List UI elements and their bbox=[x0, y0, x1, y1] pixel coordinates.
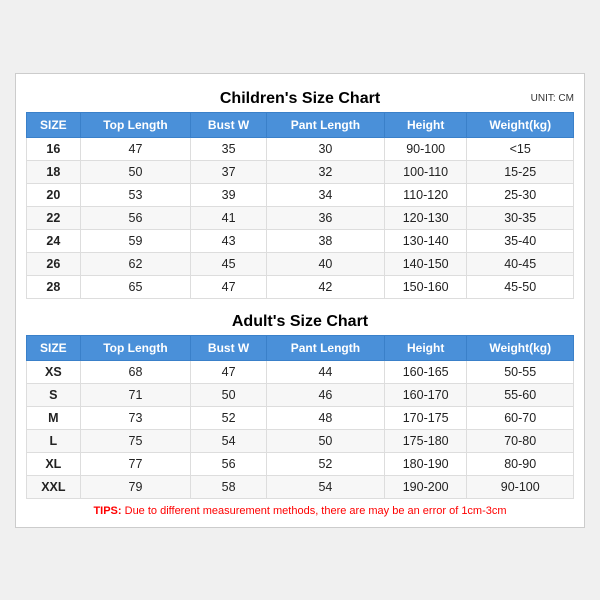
unit-label: UNIT: CM bbox=[531, 93, 574, 104]
children-col-top-length: Top Length bbox=[80, 112, 191, 137]
table-row: 20533934110-12025-30 bbox=[27, 183, 574, 206]
chart-container: Children's Size Chart UNIT: CM SIZE Top … bbox=[15, 73, 585, 528]
adults-title-row: Adult's Size Chart bbox=[26, 307, 574, 335]
table-row: 18503732100-11015-25 bbox=[27, 160, 574, 183]
children-header-row: SIZE Top Length Bust W Pant Length Heigh… bbox=[27, 112, 574, 137]
children-col-bust-w: Bust W bbox=[191, 112, 267, 137]
adults-header-row: SIZE Top Length Bust W Pant Length Heigh… bbox=[27, 335, 574, 360]
adults-col-top-length: Top Length bbox=[80, 335, 191, 360]
tips-row: TIPS: Due to different measurement metho… bbox=[26, 505, 574, 517]
adults-col-height: Height bbox=[384, 335, 467, 360]
table-row: 28654742150-16045-50 bbox=[27, 275, 574, 298]
children-col-pant-length: Pant Length bbox=[266, 112, 384, 137]
children-col-size: SIZE bbox=[27, 112, 81, 137]
table-row: XL775652180-19080-90 bbox=[27, 452, 574, 475]
table-row: M735248170-17560-70 bbox=[27, 406, 574, 429]
adults-col-pant-length: Pant Length bbox=[266, 335, 384, 360]
table-row: 24594338130-14035-40 bbox=[27, 229, 574, 252]
table-row: 22564136120-13030-35 bbox=[27, 206, 574, 229]
table-row: S715046160-17055-60 bbox=[27, 383, 574, 406]
children-title: Children's Size Chart bbox=[220, 90, 380, 108]
table-row: 1647353090-100<15 bbox=[27, 137, 574, 160]
children-col-weight: Weight(kg) bbox=[467, 112, 574, 137]
table-row: XS684744160-16550-55 bbox=[27, 360, 574, 383]
tips-text: Due to different measurement methods, th… bbox=[125, 505, 507, 517]
adults-col-bust-w: Bust W bbox=[191, 335, 267, 360]
adults-col-size: SIZE bbox=[27, 335, 81, 360]
adults-col-weight: Weight(kg) bbox=[467, 335, 574, 360]
tips-label: TIPS: bbox=[93, 505, 121, 517]
children-table: SIZE Top Length Bust W Pant Length Heigh… bbox=[26, 112, 574, 299]
adults-title: Adult's Size Chart bbox=[232, 313, 368, 331]
table-row: 26624540140-15040-45 bbox=[27, 252, 574, 275]
children-title-row: Children's Size Chart UNIT: CM bbox=[26, 84, 574, 112]
table-row: XXL795854190-20090-100 bbox=[27, 475, 574, 498]
children-col-height: Height bbox=[384, 112, 467, 137]
adults-table: SIZE Top Length Bust W Pant Length Heigh… bbox=[26, 335, 574, 499]
table-row: L755450175-18070-80 bbox=[27, 429, 574, 452]
